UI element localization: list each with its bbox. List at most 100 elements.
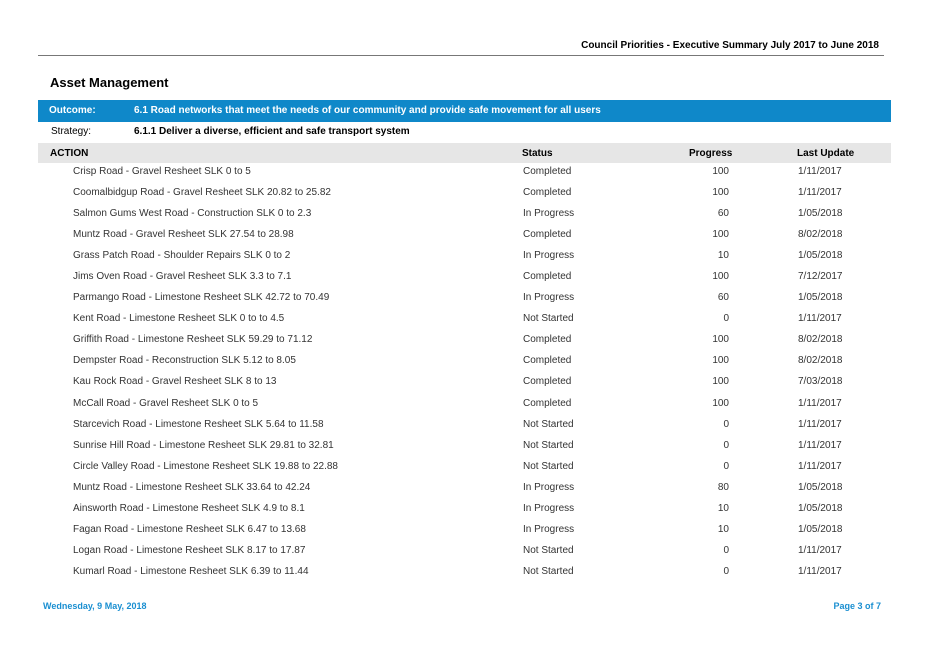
action-cell: Kumarl Road - Limestone Resheet SLK 6.39…: [73, 565, 309, 577]
status-cell: Completed: [523, 355, 572, 367]
progress-cell: 0: [723, 460, 729, 472]
table-row: Kumarl Road - Limestone Resheet SLK 6.39…: [38, 563, 891, 584]
action-cell: Sunrise Hill Road - Limestone Resheet SL…: [73, 439, 334, 451]
action-cell: Kent Road - Limestone Resheet SLK 0 to t…: [73, 313, 285, 325]
progress-cell: 0: [723, 565, 729, 577]
table-row: Muntz Road - Gravel Resheet SLK 27.54 to…: [38, 226, 891, 247]
progress-cell: 100: [712, 355, 729, 367]
status-cell: Not Started: [523, 460, 574, 472]
status-cell: Completed: [523, 229, 572, 241]
status-cell: Not Started: [523, 418, 574, 430]
action-cell: McCall Road - Gravel Resheet SLK 0 to 5: [73, 397, 259, 409]
footer-date: Wednesday, 9 May, 2018: [43, 601, 147, 611]
last-update-cell: 1/11/2017: [798, 313, 842, 325]
last-update-cell: 1/05/2018: [798, 250, 843, 262]
action-table-body: Crisp Road - Gravel Resheet SLK 0 to 5 Co…: [38, 163, 891, 584]
strategy-label: Strategy:: [51, 126, 92, 137]
action-cell: Parmango Road - Limestone Resheet SLK 42…: [73, 292, 330, 304]
action-cell: Muntz Road - Gravel Resheet SLK 27.54 to…: [73, 229, 294, 241]
last-update-cell: 8/02/2018: [798, 229, 843, 241]
table-row: Parmango Road - Limestone Resheet SLK 42…: [38, 289, 891, 310]
table-row: Dempster Road - Reconstruction SLK 5.12 …: [38, 352, 891, 373]
action-cell: Kau Rock Road - Gravel Resheet SLK 8 to …: [73, 376, 277, 388]
progress-cell: 100: [712, 334, 729, 346]
action-cell: Dempster Road - Reconstruction SLK 5.12 …: [73, 355, 296, 367]
progress-cell: 100: [712, 397, 729, 409]
action-cell: Jims Oven Road - Gravel Resheet SLK 3.3 …: [73, 271, 292, 283]
action-cell: Muntz Road - Limestone Resheet SLK 33.64…: [73, 481, 311, 493]
progress-cell: 60: [717, 208, 729, 220]
status-cell: Completed: [523, 376, 572, 388]
action-cell: Circle Valley Road - Limestone Resheet S…: [73, 460, 338, 472]
progress-cell: 100: [712, 271, 729, 283]
last-update-cell: 1/05/2018: [798, 481, 843, 493]
report-header-title: Council Priorities - Executive Summary J…: [581, 40, 879, 51]
last-update-cell: 1/05/2018: [798, 502, 843, 514]
section-title: Asset Management: [50, 75, 169, 90]
status-cell: Completed: [523, 166, 572, 177]
action-cell: Coomalbidgup Road - Gravel Resheet SLK 2…: [73, 187, 331, 199]
table-row: Circle Valley Road - Limestone Resheet S…: [38, 458, 891, 479]
progress-cell: 0: [723, 544, 729, 556]
table-row: Kent Road - Limestone Resheet SLK 0 to t…: [38, 310, 891, 331]
last-update-cell: 1/11/2017: [798, 460, 842, 472]
action-cell: Crisp Road - Gravel Resheet SLK 0 to 5: [73, 166, 251, 177]
last-update-cell: 1/11/2017: [798, 397, 842, 409]
column-header-progress: Progress: [689, 148, 733, 159]
last-update-cell: 1/11/2017: [798, 439, 842, 451]
strategy-text: 6.1.1 Deliver a diverse, efficient and s…: [134, 126, 410, 137]
progress-cell: 0: [723, 439, 729, 451]
status-cell: Completed: [523, 397, 572, 409]
action-cell: Ainsworth Road - Limestone Resheet SLK 4…: [73, 502, 305, 514]
progress-cell: 0: [723, 313, 729, 325]
table-row: Logan Road - Limestone Resheet SLK 8.17 …: [38, 542, 891, 563]
table-row: Salmon Gums West Road - Construction SLK…: [38, 205, 891, 226]
status-cell: Completed: [523, 187, 572, 199]
status-cell: Not Started: [523, 544, 574, 556]
progress-cell: 10: [717, 502, 729, 514]
footer-page-number: Page 3 of 7: [833, 601, 881, 611]
last-update-cell: 7/12/2017: [798, 271, 843, 283]
status-cell: In Progress: [523, 250, 575, 262]
last-update-cell: 1/11/2017: [798, 565, 842, 577]
status-cell: In Progress: [523, 481, 575, 493]
action-cell: Salmon Gums West Road - Construction SLK…: [73, 208, 312, 220]
action-cell: Starcevich Road - Limestone Resheet SLK …: [73, 418, 324, 430]
last-update-cell: 1/11/2017: [798, 187, 842, 199]
status-cell: In Progress: [523, 292, 575, 304]
table-row: Sunrise Hill Road - Limestone Resheet SL…: [38, 437, 891, 458]
table-row: Fagan Road - Limestone Resheet SLK 6.47 …: [38, 521, 891, 542]
last-update-cell: 1/11/2017: [798, 418, 842, 430]
status-cell: In Progress: [523, 502, 575, 514]
strategy-row: Strategy: 6.1.1 Deliver a diverse, effic…: [38, 124, 891, 142]
status-cell: Not Started: [523, 439, 574, 451]
column-header-status: Status: [522, 148, 553, 159]
progress-cell: 100: [712, 187, 729, 199]
table-header: ACTION Status Progress Last Update: [38, 143, 891, 163]
status-cell: Completed: [523, 334, 572, 346]
last-update-cell: 7/03/2018: [798, 376, 843, 388]
table-row: Crisp Road - Gravel Resheet SLK 0 to 5 Co…: [38, 163, 891, 184]
status-cell: In Progress: [523, 523, 575, 535]
progress-cell: 80: [717, 481, 729, 493]
action-cell: Fagan Road - Limestone Resheet SLK 6.47 …: [73, 523, 306, 535]
action-cell: Logan Road - Limestone Resheet SLK 8.17 …: [73, 544, 306, 556]
last-update-cell: 1/05/2018: [798, 208, 843, 220]
last-update-cell: 1/11/2017: [798, 166, 842, 177]
table-row: Ainsworth Road - Limestone Resheet SLK 4…: [38, 500, 891, 521]
column-header-action: ACTION: [50, 148, 89, 159]
table-row: Jims Oven Road - Gravel Resheet SLK 3.3 …: [38, 268, 891, 289]
progress-cell: 100: [712, 166, 729, 177]
table-row: Coomalbidgup Road - Gravel Resheet SLK 2…: [38, 184, 891, 205]
table-row: Kau Rock Road - Gravel Resheet SLK 8 to …: [38, 373, 891, 394]
last-update-cell: 8/02/2018: [798, 355, 843, 367]
last-update-cell: 1/05/2018: [798, 292, 843, 304]
status-cell: Completed: [523, 271, 572, 283]
outcome-text: 6.1 Road networks that meet the needs of…: [134, 105, 601, 116]
status-cell: Not Started: [523, 565, 574, 577]
progress-cell: 60: [717, 292, 729, 304]
outcome-bar: Outcome: 6.1 Road networks that meet the…: [38, 100, 891, 122]
table-row: McCall Road - Gravel Resheet SLK 0 to 5 C…: [38, 395, 891, 416]
status-cell: In Progress: [523, 208, 575, 220]
last-update-cell: 1/11/2017: [798, 544, 842, 556]
